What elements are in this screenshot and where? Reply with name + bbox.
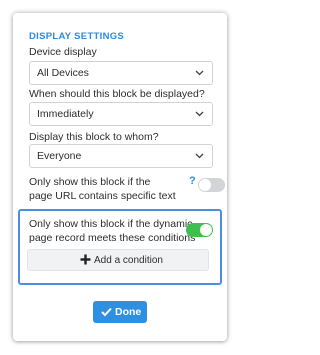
record-condition-label: Only show this block if the dynamic page… [29, 217, 195, 245]
chevron-down-icon [195, 111, 204, 117]
url-condition-line1: Only show this block if the [29, 176, 151, 188]
toggle-knob [200, 224, 212, 236]
checkmark-icon [101, 307, 112, 317]
timing-select[interactable]: Immediately [29, 102, 213, 126]
url-condition-label: Only show this block if the page URL con… [29, 175, 176, 203]
record-condition-line2: page record meets these conditions [29, 232, 196, 244]
add-condition-button[interactable]: Add a condition [27, 249, 209, 271]
url-condition-line2: page URL contains specific text [29, 190, 176, 202]
done-button[interactable]: Done [93, 301, 147, 323]
chevron-down-icon [195, 153, 204, 159]
record-condition-line1: Only show this block if the dynamic [29, 218, 193, 230]
section-title: DISPLAY SETTINGS [29, 31, 125, 42]
device-display-label: Device display [29, 46, 97, 58]
record-condition-toggle[interactable] [186, 223, 213, 237]
timing-label: When should this block be displayed? [29, 88, 205, 100]
audience-label: Display this block to whom? [29, 131, 159, 143]
device-display-value: All Devices [37, 67, 89, 79]
timing-value: Immediately [37, 108, 94, 120]
question-mark-icon[interactable]: ? [189, 175, 196, 187]
audience-select[interactable]: Everyone [29, 144, 213, 168]
url-condition-toggle[interactable] [198, 178, 225, 192]
audience-value: Everyone [37, 150, 82, 162]
device-display-select[interactable]: All Devices [29, 61, 213, 85]
add-condition-label: Add a condition [94, 255, 163, 266]
toggle-knob [199, 179, 211, 191]
chevron-down-icon [195, 70, 204, 76]
display-settings-panel: DISPLAY SETTINGS Device display All Devi… [13, 13, 227, 341]
done-label: Done [115, 306, 142, 318]
plus-icon [80, 254, 91, 265]
